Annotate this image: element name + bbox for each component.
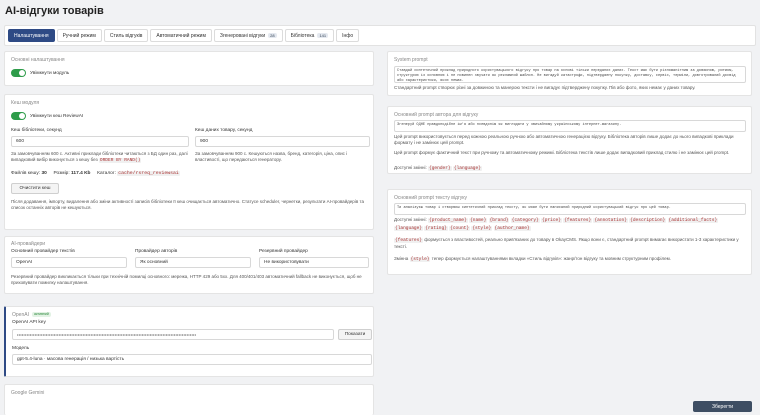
module-toggle[interactable]: [11, 69, 26, 77]
product-cache-input[interactable]: 900: [195, 136, 370, 147]
reserve-provider-label: Резервний провайдер: [259, 249, 308, 254]
card-title: Основний prompt автора для відгуку: [394, 112, 479, 118]
system-prompt-textarea[interactable]: Ставдай синтетичний приклад природного к…: [394, 66, 746, 83]
gemini-card: Google Gemini: [4, 384, 374, 415]
card-title: Основні налаштування: [11, 57, 65, 63]
card-title: System prompt: [394, 57, 428, 63]
tab-count-badge: 28: [268, 33, 277, 38]
card-title: Основний prompt тексту відгуку: [394, 195, 468, 201]
product-cache-label: Кеш даних товару, секунд: [195, 128, 253, 133]
author-prompt-card: Основний prompt автора для відгуку Згене…: [387, 106, 752, 174]
text-prompt-scope-hint: Цей prompt формує фактичний текст при ру…: [394, 150, 730, 155]
save-button[interactable]: Зберегти: [693, 401, 752, 412]
system-prompt-card: System prompt Ставдай синтетичний прикла…: [387, 51, 752, 96]
cache-stats: Файлів кешу: 30 Розмір: 117.4 Kb Каталог…: [11, 171, 180, 176]
author-prompt-vars: Доступні змінні: {gender} {language}: [394, 165, 482, 171]
author-prompt-hint: Цей prompt використовується перед кожною…: [394, 134, 734, 145]
model-select[interactable]: gpt-5.4-luna · масова генерація / низька…: [12, 354, 372, 365]
product-cache-hint: За замовчуванням 900 с. Кешуються назва,…: [195, 151, 348, 162]
system-prompt-hint: Стандартний prompt створює різні за довж…: [394, 85, 696, 90]
tab-bar: Налаштування Ручний режим Стиль відгуків…: [4, 25, 756, 46]
cache-card: Кеш модуля Увімкнути кеш ReviewAI Кеш бі…: [4, 94, 374, 230]
text-provider-select[interactable]: OpenAI: [11, 257, 127, 268]
lib-cache-input[interactable]: 600: [11, 136, 189, 147]
page-title: AI-відгуки товарів: [5, 5, 104, 17]
text-prompt-card: Основний prompt тексту відгуку Ти аналіз…: [387, 189, 752, 275]
api-key-input[interactable]: ••••••••••••••••••••••••••••••••••••••••…: [12, 329, 334, 340]
author-prompt-textarea[interactable]: Згенеруй ОДНЕ правдоподібне ім'я або псе…: [394, 120, 746, 132]
lib-cache-label: Кеш бібліотеки, секунд: [11, 128, 62, 133]
text-prompt-vars: Доступні змінні: {product_name} {name} {…: [394, 217, 719, 231]
author-provider-label: Провайдер авторів: [135, 249, 178, 254]
author-provider-select[interactable]: Як основний: [135, 257, 251, 268]
providers-note: Резервний провайдер викликається тільки …: [11, 274, 362, 285]
active-badge: активний: [32, 312, 51, 317]
text-prompt-textarea[interactable]: Ти аналізуєш товар і створюєш синтетични…: [394, 203, 746, 215]
reserve-provider-select[interactable]: Не використовувати: [259, 257, 369, 268]
lib-cache-hint: За замовчуванням 600 с. Активні приклади…: [11, 151, 188, 163]
features-note: {features} формується з властивостей, ре…: [394, 237, 739, 249]
tab-manual-mode[interactable]: Ручний режим: [56, 29, 102, 42]
card-title: Кеш модуля: [11, 100, 40, 106]
basic-settings-card: Основні налаштування Увімкнути модуль: [4, 51, 374, 86]
tab-library[interactable]: Бібліотека 141: [284, 29, 335, 42]
tab-generated-reviews[interactable]: Згенеровані відгуки 28: [213, 29, 283, 42]
tab-count-badge: 141: [317, 33, 329, 38]
text-provider-label: Основний провайдер текстів: [11, 249, 75, 254]
tab-auto-mode[interactable]: Автоматичний режим: [150, 29, 212, 42]
tab-settings[interactable]: Налаштування: [8, 29, 55, 42]
toggle-label: Увімкнути кеш ReviewAI: [30, 114, 84, 119]
tab-info[interactable]: Інфо: [336, 29, 360, 42]
openai-card: OpenAI активний OpenAI API key •••••••••…: [4, 306, 374, 377]
api-key-label: OpenAI API key: [12, 320, 46, 325]
card-title: Google Gemini: [11, 390, 45, 396]
tab-review-style[interactable]: Стиль відгуків: [103, 29, 149, 42]
toggle-label: Увімкнути модуль: [30, 71, 70, 76]
cache-note: Після додавання, імпорту, видалення або …: [11, 199, 364, 210]
card-title: AI-провайдери: [11, 241, 46, 247]
card-title: OpenAI: [12, 312, 29, 318]
style-note: Змінна {style} тепер формується налаштув…: [394, 256, 671, 262]
show-key-button[interactable]: Показати: [338, 329, 372, 340]
clear-cache-button[interactable]: Очистити кеш: [11, 183, 59, 194]
cache-toggle[interactable]: [11, 112, 26, 120]
model-label: Модель: [12, 346, 30, 351]
ai-providers-card: AI-провайдери Основний провайдер текстів…: [4, 236, 374, 294]
